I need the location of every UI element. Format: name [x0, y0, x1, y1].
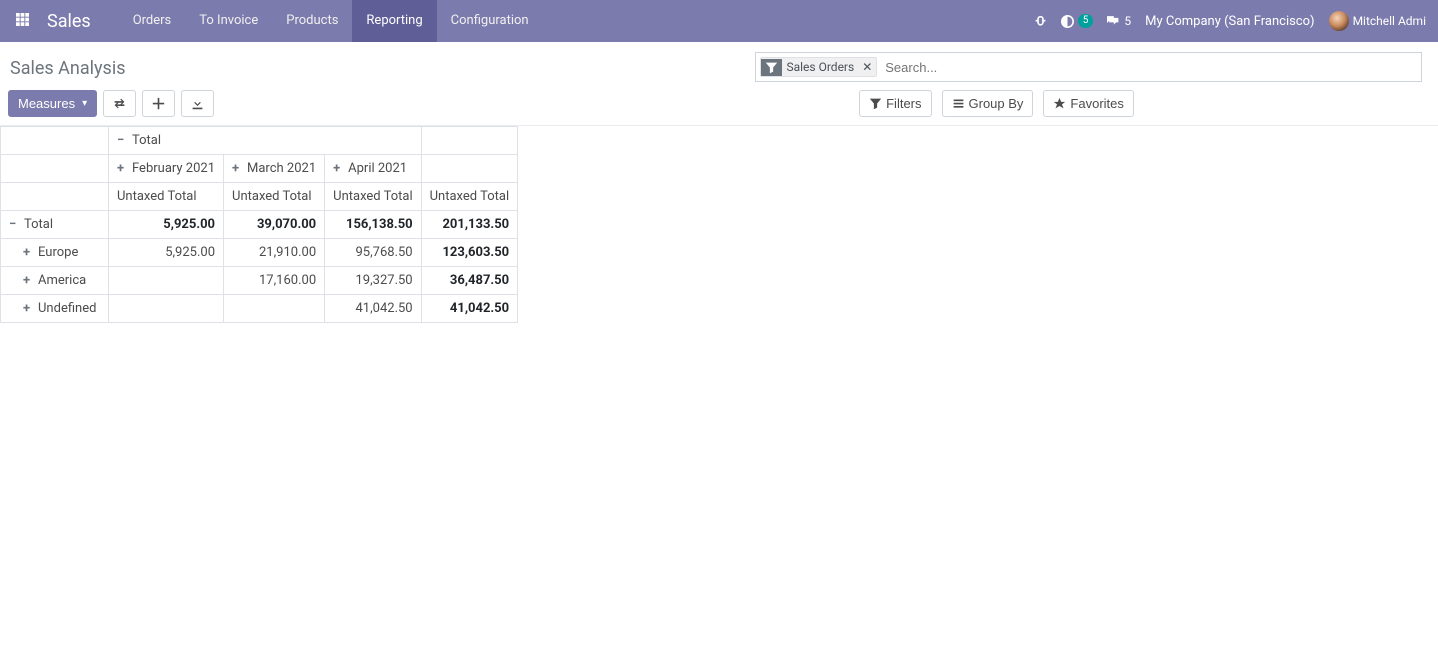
swap-icon	[113, 97, 126, 110]
user-menu[interactable]: Mitchell Admi	[1329, 11, 1426, 31]
messaging-badge: 5	[1124, 14, 1131, 28]
table-row: +America 17,160.0019,327.5036,487.50	[1, 267, 518, 295]
filter-chip-label: Sales Orders	[782, 58, 858, 76]
row-header[interactable]: +America	[1, 267, 109, 295]
pivot-cell: 95,768.50	[325, 239, 421, 267]
apps-icon[interactable]	[8, 13, 37, 30]
avatar	[1329, 11, 1349, 31]
measure-header[interactable]: Untaxed Total	[325, 183, 421, 211]
plus-icon[interactable]: +	[23, 245, 33, 260]
plus-icon[interactable]: +	[23, 273, 33, 288]
table-row: −Total5,925.0039,070.00156,138.50201,133…	[1, 211, 518, 239]
plus-icon[interactable]: +	[232, 161, 242, 176]
filter-chip-remove[interactable]: ✕	[858, 58, 876, 76]
page-title: Sales Analysis	[8, 58, 125, 79]
pivot-container: −Total +February 2021 +March 2021 +April…	[0, 126, 1438, 323]
plus-icon[interactable]: +	[117, 161, 127, 176]
list-icon	[952, 97, 965, 110]
minus-icon[interactable]: −	[9, 217, 19, 232]
funnel-icon	[869, 97, 882, 110]
pivot-cell: 5,925.00	[109, 211, 224, 239]
pivot-cell	[224, 295, 325, 323]
brand[interactable]: Sales	[37, 11, 101, 32]
pivot-cell: 39,070.00	[224, 211, 325, 239]
row-header[interactable]: +Undefined	[1, 295, 109, 323]
download-icon	[191, 97, 204, 110]
measure-header[interactable]: Untaxed Total	[421, 183, 517, 211]
control-panel: Sales Analysis Sales Orders ✕ Measures	[0, 42, 1438, 126]
pivot-row-total: 123,603.50	[421, 239, 517, 267]
favorites-button[interactable]: Favorites	[1043, 90, 1133, 117]
pivot-row-total: 36,487.50	[421, 267, 517, 295]
menu-reporting[interactable]: Reporting	[352, 0, 436, 42]
measures-button[interactable]: Measures	[8, 90, 97, 117]
pivot-row-total: 201,133.50	[421, 211, 517, 239]
menu-products[interactable]: Products	[272, 0, 352, 42]
row-header[interactable]: +Europe	[1, 239, 109, 267]
expand-icon	[152, 97, 165, 110]
filter-chip-sales-orders: Sales Orders ✕	[760, 57, 877, 77]
user-name: Mitchell Admi	[1353, 14, 1426, 28]
measure-header[interactable]: Untaxed Total	[109, 183, 224, 211]
messaging-icon[interactable]: 5	[1107, 14, 1131, 28]
table-row: +Undefined 41,042.5041,042.50	[1, 295, 518, 323]
pivot-table: −Total +February 2021 +March 2021 +April…	[0, 126, 518, 323]
download-button[interactable]	[181, 90, 214, 117]
table-row: +Europe5,925.0021,910.0095,768.50123,603…	[1, 239, 518, 267]
pivot-cell: 19,327.50	[325, 267, 421, 295]
col-header-grand	[421, 127, 517, 155]
company-switcher[interactable]: My Company (San Francisco)	[1145, 14, 1314, 29]
menu-orders[interactable]: Orders	[119, 0, 186, 42]
col-header-month[interactable]: +February 2021	[109, 155, 224, 183]
flip-axis-button[interactable]	[103, 90, 136, 117]
pivot-cell	[109, 295, 224, 323]
pivot-corner	[1, 127, 109, 155]
pivot-cell: 5,925.00	[109, 239, 224, 267]
col-header-total[interactable]: −Total	[109, 127, 422, 155]
col-header-month[interactable]: +April 2021	[325, 155, 421, 183]
menu-configuration[interactable]: Configuration	[437, 0, 543, 42]
funnel-icon	[761, 59, 782, 76]
pivot-row-total: 41,042.50	[421, 295, 517, 323]
pivot-cell: 17,160.00	[224, 267, 325, 295]
search-input[interactable]	[881, 58, 1417, 77]
plus-icon[interactable]: +	[23, 301, 33, 316]
pivot-cell	[109, 267, 224, 295]
plus-icon[interactable]: +	[333, 161, 343, 176]
col-header-month[interactable]: +March 2021	[224, 155, 325, 183]
row-header[interactable]: −Total	[1, 211, 109, 239]
activity-icon[interactable]: 5	[1061, 14, 1094, 28]
minus-icon[interactable]: −	[117, 133, 127, 148]
activity-badge: 5	[1078, 14, 1094, 28]
groupby-button[interactable]: Group By	[942, 90, 1034, 117]
debug-icon[interactable]	[1034, 15, 1047, 28]
pivot-cell: 156,138.50	[325, 211, 421, 239]
menu-to-invoice[interactable]: To Invoice	[185, 0, 272, 42]
pivot-cell: 41,042.50	[325, 295, 421, 323]
navbar: Sales Orders To Invoice Products Reporti…	[0, 0, 1438, 42]
filters-button[interactable]: Filters	[859, 90, 931, 117]
measure-header[interactable]: Untaxed Total	[224, 183, 325, 211]
expand-all-button[interactable]	[142, 90, 175, 117]
searchbox[interactable]: Sales Orders ✕	[755, 52, 1422, 82]
pivot-cell: 21,910.00	[224, 239, 325, 267]
star-icon	[1053, 97, 1066, 110]
